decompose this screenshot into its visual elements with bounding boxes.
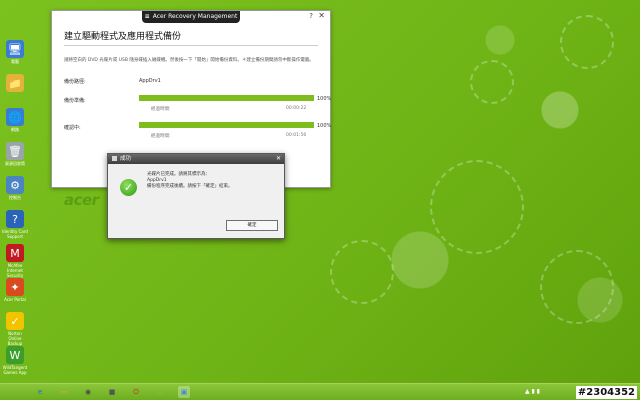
elapsed-time: 00:01:56 [286,133,307,138]
ie-icon[interactable]: e [34,386,46,398]
page-title: 建立驅動程式及應用程式備份 [64,32,182,42]
window-titlebar: ≡ Acer Recovery Management ? ✕ [52,11,330,23]
desktop-icon[interactable]: ? Identity Card Support [2,210,28,239]
progress-bar [139,95,314,101]
mcafee-icon: M [6,244,24,262]
desktop-icon-label: 電腦 [11,59,19,64]
window-title-text: Acer Recovery Management [152,13,238,20]
progress-row-prepare: 備份準備: 100% 經過時間: 00:00:22 [64,95,331,117]
acer-logo-icon: ≡ [144,13,150,20]
dialog-message: 光碟片已完成。請將其標示為： AppDrv1 備份程序完成後續。請按下「確定」結… [147,172,233,190]
desktop-icon-label: 資源回收筒 [5,161,25,166]
computer-icon: 🖥 [6,40,24,58]
dialog-close-button[interactable]: ✕ [276,154,281,164]
desktop-icon[interactable]: ✦ Acer Portal [2,278,28,302]
success-check-icon: ✓ [120,179,137,196]
dialog-app-icon [112,156,117,161]
control-panel-icon: ⚙ [6,176,24,194]
progress-label: 確認中: [64,125,81,131]
backup-path-value: AppDrv1 [139,78,161,84]
desktop-icon[interactable]: M McAfee Internet Security [2,244,28,278]
dialog-message-line: 備份程序完成後續。請按下「確定」結束。 [147,184,233,189]
wallpaper-ornament [430,160,524,254]
desktop-icon-label: WildTangent Games App [2,365,28,375]
app-icon[interactable]: ◎ [154,386,166,398]
desktop-icon[interactable]: 🖥 電腦 [2,40,28,64]
system-tray[interactable]: ▲ ▮ ▮ [525,388,540,395]
help-button[interactable]: ? [309,12,313,20]
power-icon[interactable]: ⏻ [130,386,142,398]
window-title: ≡ Acer Recovery Management [142,11,240,23]
progress-label: 備份準備: [64,98,86,104]
progress-bar [139,122,314,128]
progress-percent: 100% [317,96,332,102]
dialog-titlebar: 成功 ✕ [108,154,284,164]
acer-portal-icon: ✦ [6,278,24,296]
norton-icon: ✓ [6,312,24,330]
desktop-icon-label: Identity Card Support [2,229,28,239]
taskbar: e ▭ ◉ ■ ⏻ ◎ ▣ ▲ ▮ ▮ #2304352 [0,383,640,400]
desktop-icon-label: Norton Online Backup [7,331,23,346]
success-dialog: 成功 ✕ ✓ 光碟片已完成。請將其標示為： AppDrv1 備份程序完成後續。請… [107,153,285,239]
desktop-icon[interactable]: W WildTangent Games App [2,346,28,375]
wallpaper-ornament [540,250,614,324]
divider [64,45,318,46]
wallpaper-ornament [470,60,514,104]
wallpaper-ornament [560,15,614,69]
elapsed-time: 00:00:22 [286,106,307,111]
desktop-icon[interactable]: ⚙ 控制台 [2,176,28,200]
recovery-icon[interactable]: ▣ [178,386,190,398]
progress-fill [139,122,314,128]
elapsed-label: 經過時間: [151,134,171,139]
wallpaper-ornament [330,240,394,304]
desktop-icon-label: 網路 [11,127,19,132]
backup-path-label: 備份路徑: [64,79,86,85]
elapsed-label: 經過時間: [151,107,171,112]
folder-icon: 📁 [6,74,24,92]
identity-card-icon: ? [6,210,24,228]
camera-icon[interactable]: ■ [106,386,118,398]
desktop-icon[interactable]: 🗑 資源回收筒 [2,142,28,166]
desktop-icon-label: Acer Portal [4,297,26,302]
dialog-title: 成功 [120,156,132,162]
desktop-icon-label: 控制台 [9,195,21,200]
desktop-icon[interactable]: ✓ Norton Online Backup [2,312,28,346]
wildtangent-icon: W [6,346,24,364]
desktop-icon-label: McAfee Internet Security [6,263,24,278]
progress-row-verify: 確認中: 100% 經過時間: 00:01:56 [64,122,331,144]
progress-percent: 100% [317,123,332,129]
instruction-text: 請將空白的 DVD 光碟片或 USB 隨身碟插入磁碟機。然後按一下「開始」開始備… [64,58,314,63]
explorer-icon[interactable]: ▭ [58,386,70,398]
close-button[interactable]: ✕ [318,11,325,20]
watermark: #2304352 [575,386,637,399]
desktop-icon[interactable]: 📁 [2,74,28,93]
recycle-bin-icon: 🗑 [6,142,24,160]
network-icon: 🌐 [6,108,24,126]
acer-brand-logo: acer [64,191,99,209]
progress-fill [139,95,314,101]
desktop: 🖥 電腦 📁 🌐 網路 🗑 資源回收筒 ⚙ 控制台? Identity Card Support M… [0,0,640,384]
ok-button[interactable]: 確定 [226,220,278,231]
media-icon[interactable]: ◉ [82,386,94,398]
desktop-icon[interactable]: 🌐 網路 [2,108,28,132]
